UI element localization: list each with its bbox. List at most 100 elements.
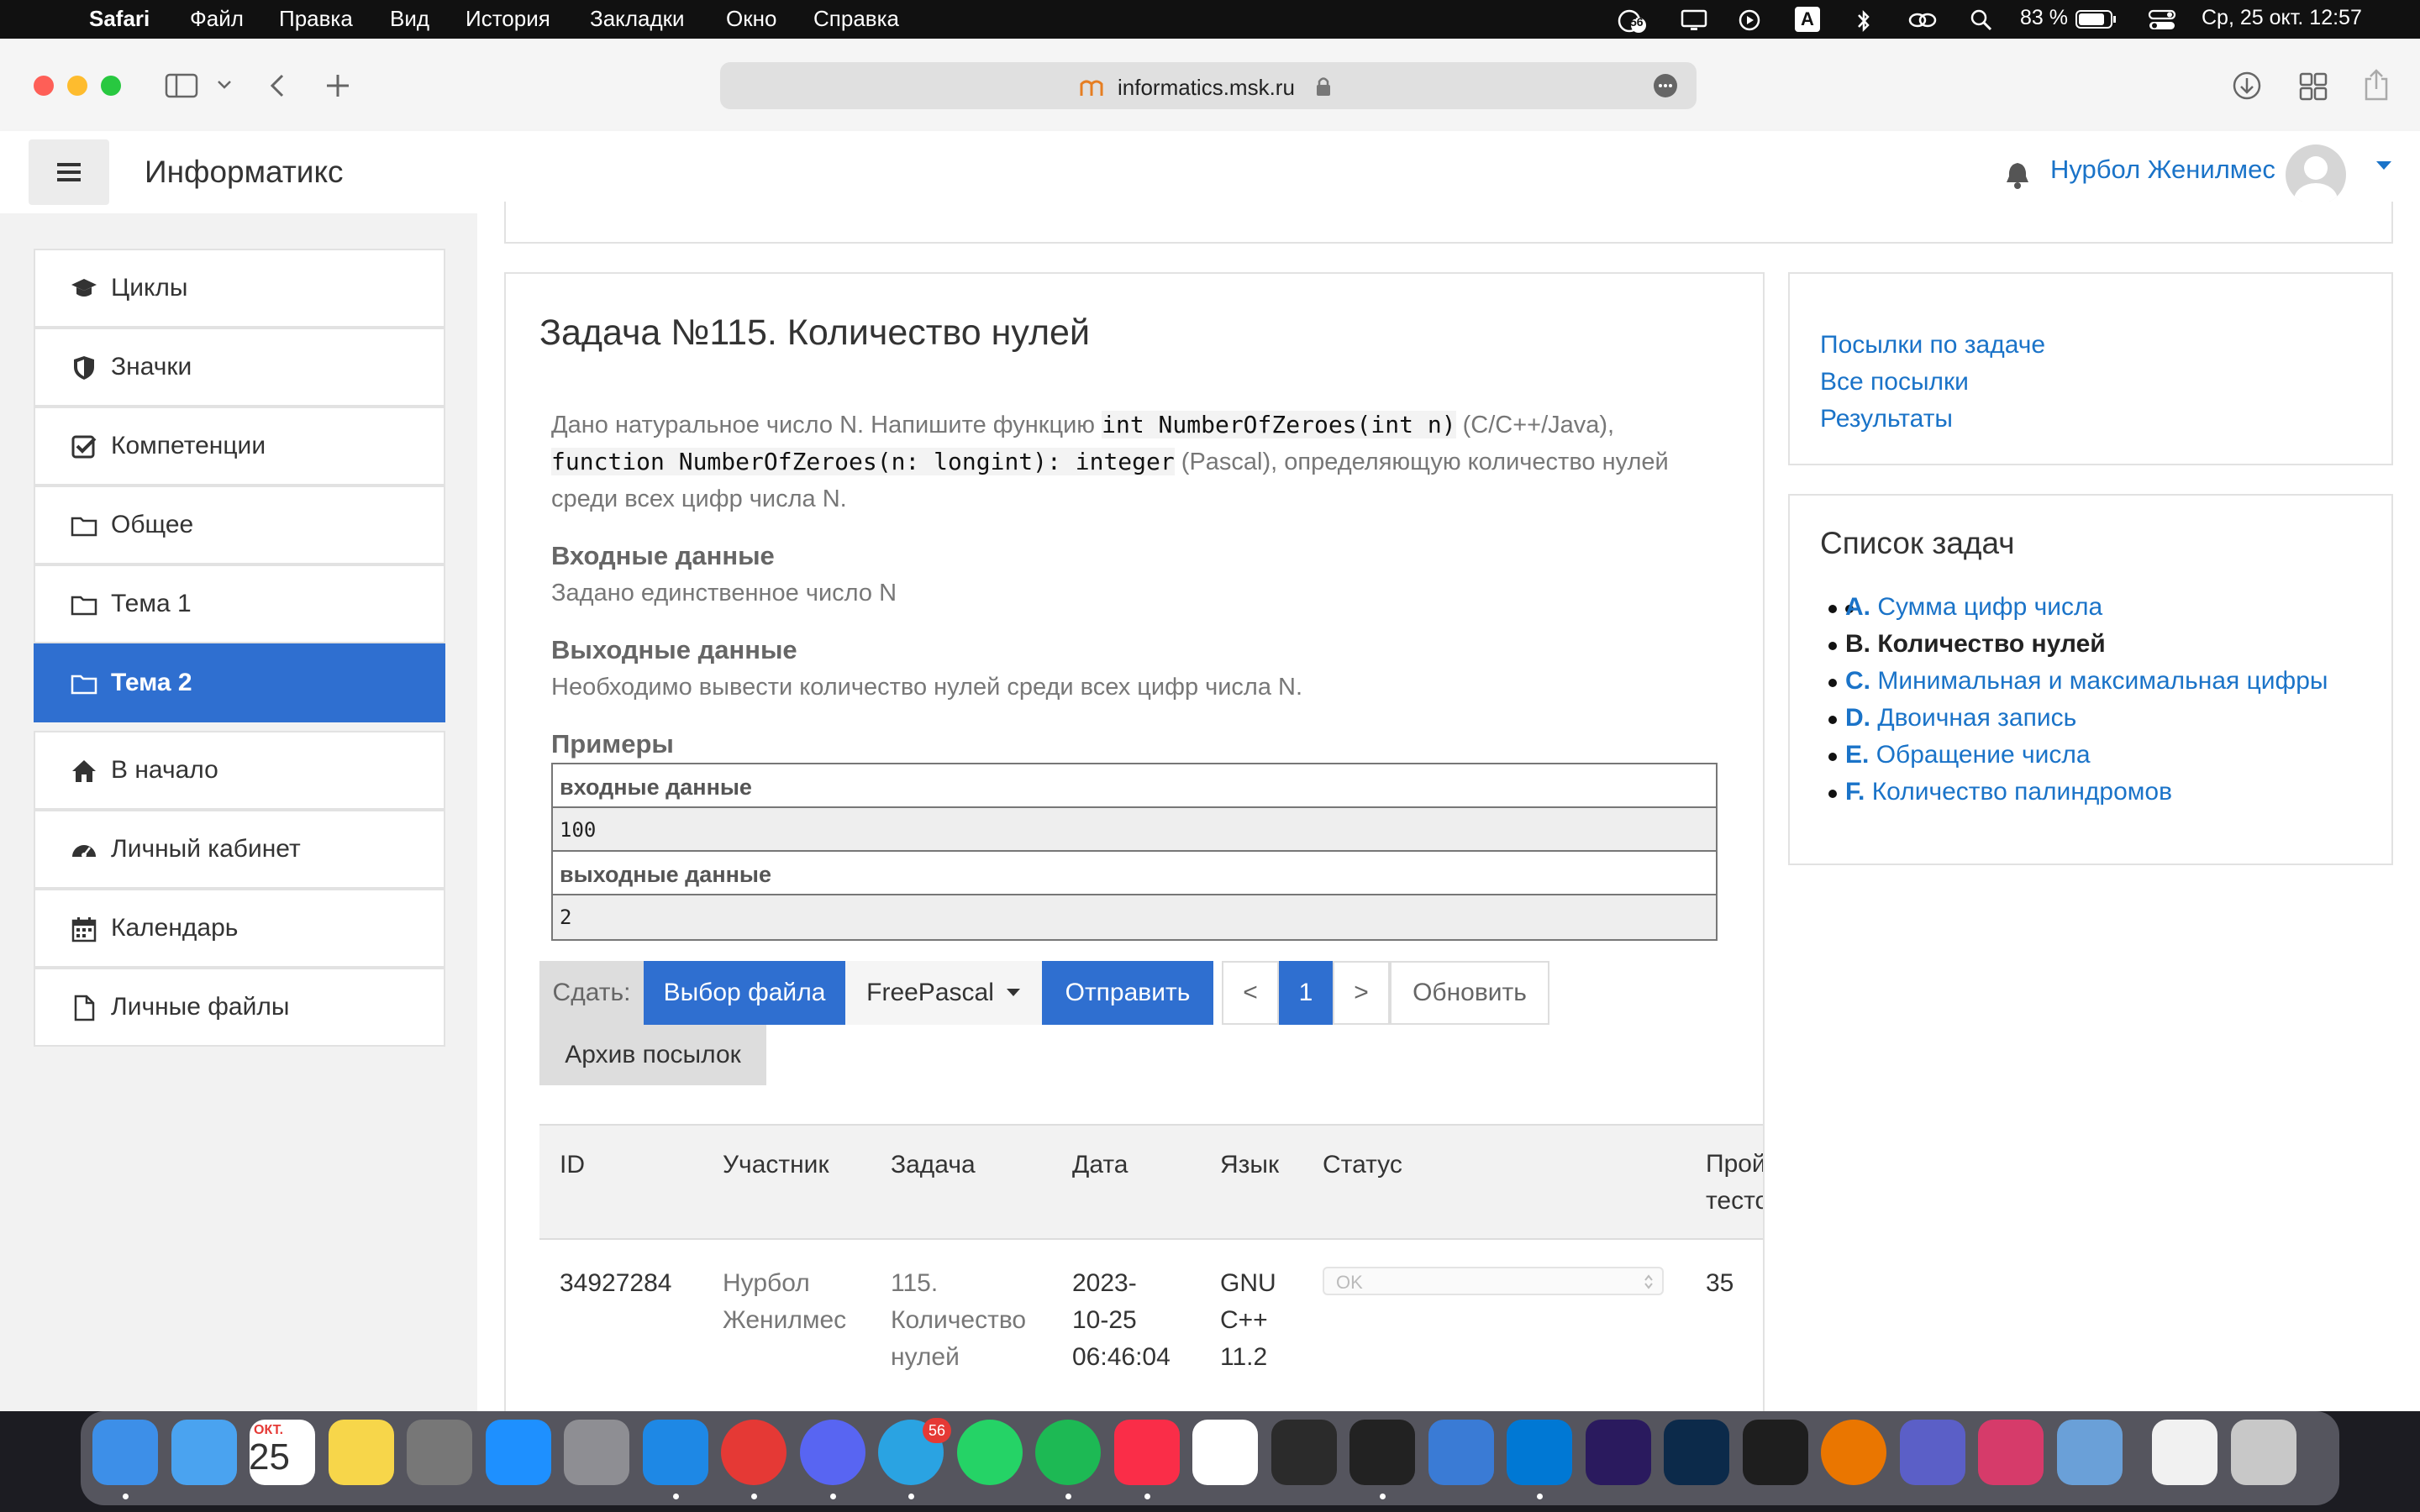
system-settings-icon[interactable] <box>564 1420 629 1485</box>
prev-page-button[interactable]: < <box>1222 961 1279 1025</box>
now-playing-icon[interactable] <box>1738 8 1761 31</box>
user-name[interactable]: Нурбол Женилмес <box>2050 155 2275 185</box>
menu-file[interactable]: Файл <box>190 6 244 32</box>
menu-app-name[interactable]: Safari <box>89 6 150 32</box>
archive-button[interactable]: Архив посылок <box>539 1025 766 1085</box>
back-icon[interactable] <box>267 72 287 103</box>
control-center-icon[interactable] <box>2148 8 2176 30</box>
task-name: Минимальная и максимальная цифры <box>1877 667 2328 695</box>
xcode-icon[interactable] <box>1428 1420 1494 1485</box>
address-bar[interactable]: informatics.msk.ru <box>720 62 1697 109</box>
sidebar-item-label: Общее <box>111 511 194 538</box>
sidebar-item-badges[interactable]: Значки <box>34 328 445 407</box>
display-icon[interactable] <box>1681 8 1707 30</box>
finder-icon[interactable] <box>92 1420 158 1485</box>
sidebar-item-cycles[interactable]: Циклы <box>34 249 445 328</box>
link-task-submissions[interactable]: Посылки по задаче <box>1820 331 2045 360</box>
app-store-icon[interactable] <box>485 1420 551 1485</box>
cell-id[interactable]: 34927284 <box>560 1265 671 1302</box>
close-window-button[interactable] <box>34 76 54 96</box>
cell-task[interactable]: 115. Количество нулей <box>891 1265 1026 1376</box>
site-brand[interactable]: Информатикс <box>145 155 344 190</box>
activity-monitor-icon[interactable] <box>1270 1420 1337 1485</box>
mail-icon[interactable] <box>171 1420 237 1485</box>
preview-icon[interactable] <box>2056 1420 2123 1485</box>
menu-window[interactable]: Окно <box>726 6 776 32</box>
link-icon[interactable] <box>1907 8 1937 30</box>
input-source-indicator[interactable]: A <box>1795 7 1820 32</box>
photoshop-icon[interactable] <box>1664 1420 1729 1485</box>
figma-icon[interactable] <box>1742 1420 1808 1485</box>
premiere-icon[interactable] <box>1585 1420 1651 1485</box>
trash-icon[interactable] <box>2230 1420 2296 1485</box>
downloads-icon[interactable] <box>2232 71 2262 105</box>
menu-bookmarks[interactable]: Закладки <box>590 6 685 32</box>
sidebar-item-dashboard[interactable]: Личный кабинет <box>34 810 445 889</box>
sidebar-item-general[interactable]: Общее <box>34 486 445 564</box>
menu-toggle-button[interactable] <box>29 139 109 205</box>
safari-icon[interactable] <box>642 1420 708 1485</box>
teams-icon[interactable] <box>1899 1420 1965 1485</box>
new-tab-icon[interactable] <box>324 72 351 103</box>
sidebar-toggle-icon[interactable] <box>165 72 198 103</box>
tab-overview-icon[interactable] <box>2299 72 2328 105</box>
sidebar-item-topic-1[interactable]: Тема 1 <box>34 564 445 643</box>
share-icon[interactable] <box>2363 67 2390 107</box>
minimize-window-button[interactable] <box>67 76 87 96</box>
send-button[interactable]: Отправить <box>1042 961 1213 1025</box>
chrome-icon[interactable] <box>721 1420 786 1485</box>
language-select[interactable]: FreePascal <box>845 961 1042 1025</box>
music-icon[interactable] <box>1113 1420 1180 1485</box>
menu-history[interactable]: История <box>466 6 550 32</box>
link-all-submissions[interactable]: Все посылки <box>1820 368 1969 396</box>
col-date: Дата <box>1072 1151 1128 1179</box>
app-icon[interactable] <box>1978 1420 2044 1485</box>
menu-clock[interactable]: Ср, 25 окт. 12:57 <box>2202 6 2362 30</box>
dock-running-indicator <box>123 1494 129 1499</box>
discord-icon[interactable] <box>799 1420 865 1485</box>
status-select-value: OK <box>1336 1272 1363 1293</box>
sidebar-item-competencies[interactable]: Компетенции <box>34 407 445 486</box>
chevron-down-icon[interactable] <box>217 79 232 95</box>
output-heading: Выходные данные <box>551 635 797 664</box>
calculator-icon[interactable] <box>407 1420 472 1485</box>
whatsapp-icon[interactable] <box>956 1420 1023 1485</box>
blender-icon[interactable] <box>1821 1420 1886 1485</box>
page-menu-icon[interactable] <box>1653 73 1678 102</box>
menu-help[interactable]: Справка <box>813 6 899 32</box>
notification-bell-icon[interactable] <box>2003 160 2032 194</box>
sidebar-item-home[interactable]: В начало <box>34 731 445 810</box>
task-name: Сумма цифр числа <box>1877 593 2103 621</box>
list-bullet <box>1828 716 1837 724</box>
notion-icon[interactable] <box>1192 1420 1258 1485</box>
spotlight-search-icon[interactable] <box>1970 8 1993 31</box>
spotify-icon[interactable] <box>1035 1420 1101 1485</box>
vscode-icon[interactable] <box>1507 1420 1572 1485</box>
user-menu-caret-icon[interactable] <box>2375 160 2393 176</box>
task-list-link: C. Минимальная и максимальная цифры <box>1845 667 2328 696</box>
sidebar-item-calendar[interactable]: Календарь <box>34 889 445 968</box>
menu-edit[interactable]: Правка <box>279 6 353 32</box>
menu-view[interactable]: Вид <box>390 6 429 32</box>
col-tests-passed: Прой тесто <box>1706 1150 1763 1215</box>
choose-file-button[interactable]: Выбор файла <box>644 961 845 1025</box>
documents-icon[interactable] <box>2152 1420 2217 1485</box>
task-letter: D. <box>1845 704 1870 732</box>
col-lang: Язык <box>1220 1151 1280 1179</box>
previous-card-edge <box>504 202 2393 244</box>
notes-icon[interactable] <box>328 1420 394 1485</box>
sidebar-item-private-files[interactable]: Личные файлы <box>34 968 445 1047</box>
avatar[interactable] <box>2286 144 2346 205</box>
page-1-button[interactable]: 1 <box>1279 961 1333 1025</box>
status-select[interactable]: OK <box>1323 1267 1664 1295</box>
calendar-icon <box>71 917 97 942</box>
bluetooth-icon[interactable] <box>1855 8 1879 33</box>
terminal-icon[interactable] <box>1349 1420 1415 1485</box>
zoom-window-button[interactable] <box>101 76 121 96</box>
sidebar-item-label: Календарь <box>111 914 239 942</box>
next-page-button[interactable]: > <box>1333 961 1390 1025</box>
sidebar-item-topic-2[interactable]: Тема 2 <box>34 643 445 722</box>
battery-icon[interactable] <box>2075 8 2118 30</box>
link-results[interactable]: Результаты <box>1820 405 1953 433</box>
refresh-button[interactable]: Обновить <box>1390 961 1549 1025</box>
